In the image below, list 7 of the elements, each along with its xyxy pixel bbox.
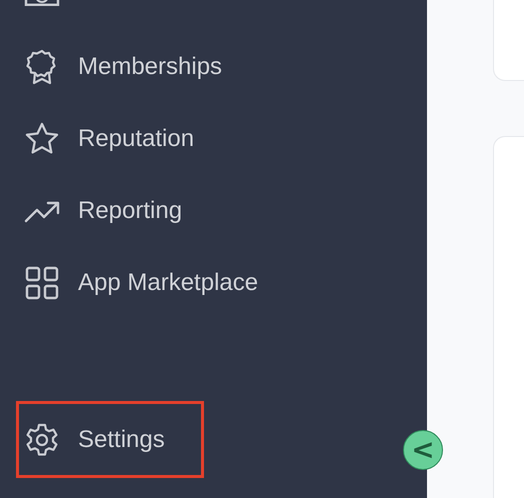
settings-icon — [24, 422, 60, 458]
sidebar-item[interactable]: Reporting — [0, 175, 427, 247]
sidebar-item[interactable]: App Marketplace — [0, 247, 427, 319]
sidebar-item[interactable]: Reputation — [0, 103, 427, 175]
grid-icon — [24, 265, 60, 301]
settings-item[interactable]: Settings — [16, 401, 204, 478]
sidebar-item[interactable]: Memberships — [0, 31, 427, 103]
